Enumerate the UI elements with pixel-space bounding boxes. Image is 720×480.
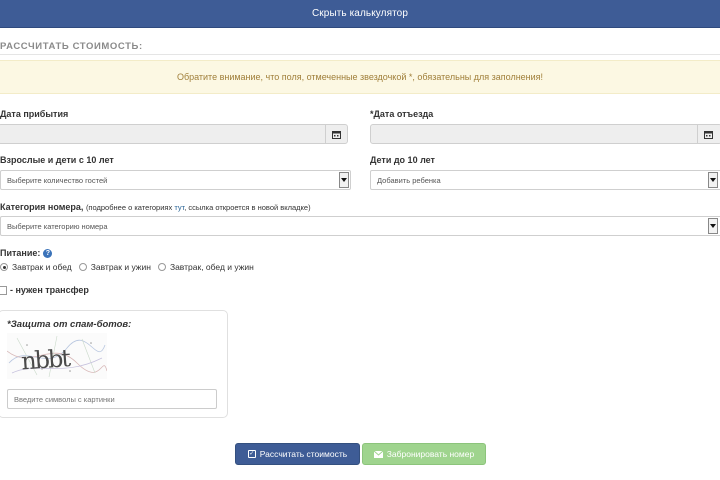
book-button[interactable]: Забронировать номер <box>362 443 486 465</box>
arrival-calendar-button[interactable] <box>325 125 347 143</box>
meal-option-1[interactable]: Завтрак и обед <box>0 262 72 272</box>
captcha-title: *Защита от спам-ботов: <box>7 319 132 330</box>
departure-calendar-button[interactable] <box>697 125 719 143</box>
adults-select-value: Выберите количество гостей <box>7 176 108 185</box>
meals-radio-group: Завтрак и обед Завтрак и ужин Завтрак, о… <box>0 262 261 272</box>
envelope-icon <box>373 450 383 458</box>
chevron-down-icon <box>708 172 718 188</box>
arrival-label: Дата прибытия <box>0 109 69 119</box>
calculate-button[interactable]: ✓ Рассчитать стоимость <box>235 443 360 465</box>
adults-label: Взрослые и дети с 10 лет <box>0 155 114 165</box>
calendar-icon <box>704 130 713 139</box>
children-select[interactable]: Добавить ребенка <box>370 170 720 190</box>
notice-text: Обратите внимание, что поля, отмеченные … <box>176 72 544 82</box>
meal-option-2-label: Завтрак и ужин <box>90 262 151 272</box>
radio-icon[interactable] <box>78 263 87 271</box>
departure-date-input[interactable] <box>370 124 720 144</box>
captcha-noise-graphic: nbbt <box>6 335 108 378</box>
room-category-label-text: Категория номера, <box>0 202 84 212</box>
room-category-label: Категория номера, (подробнее о категория… <box>0 202 311 212</box>
room-categories-link[interactable]: тут <box>174 203 184 212</box>
departure-label: *Дата отъезда <box>370 109 434 119</box>
room-category-hint: (подробнее о категориях тут, ссылка откр… <box>86 203 311 212</box>
transfer-label: - нужен трансфер <box>10 285 89 295</box>
required-fields-notice: Обратите внимание, что поля, отмеченные … <box>0 60 720 94</box>
meal-option-2[interactable]: Завтрак и ужин <box>78 262 151 272</box>
meals-label-text: Питание: <box>0 248 41 258</box>
meal-option-1-label: Завтрак и обед <box>12 262 72 272</box>
captcha-image: nbbt <box>6 333 108 379</box>
chevron-down-icon <box>339 172 349 188</box>
captcha-text: nbbt <box>20 344 72 375</box>
chevron-down-icon <box>708 218 718 234</box>
meal-option-3[interactable]: Завтрак, обед и ужин <box>157 262 254 272</box>
section-title: РАССЧИТАТЬ СТОИМОСТЬ: <box>0 41 143 52</box>
room-hint-after: , ссылка откроется в новой вкладке) <box>184 203 311 212</box>
meals-label: Питание:? <box>0 248 53 259</box>
calendar-icon <box>332 130 341 139</box>
transfer-checkbox[interactable] <box>0 285 7 295</box>
captcha-input[interactable] <box>7 389 217 409</box>
room-category-select-value: Выберите категорию номера <box>7 222 108 231</box>
radio-selected-icon[interactable] <box>0 263 8 271</box>
checkbox-icon: ✓ <box>247 450 256 458</box>
room-hint-before: (подробнее о категориях <box>85 203 175 212</box>
meal-option-3-label: Завтрак, обед и ужин <box>169 262 254 272</box>
help-icon[interactable]: ? <box>43 249 53 259</box>
arrival-date-input[interactable] <box>0 124 348 144</box>
radio-icon[interactable] <box>157 263 166 271</box>
children-label: Дети до 10 лет <box>370 155 435 165</box>
hide-calculator-label[interactable]: Скрыть калькулятор <box>312 8 408 19</box>
room-category-select[interactable]: Выберите категорию номера <box>0 216 720 236</box>
divider <box>0 54 720 55</box>
children-select-value: Добавить ребенка <box>377 176 441 185</box>
book-button-label: Забронировать номер <box>386 449 475 459</box>
adults-select[interactable]: Выберите количество гостей <box>0 170 351 190</box>
captcha-panel: *Защита от спам-ботов: nbbt <box>0 310 228 418</box>
hide-calculator-bar[interactable]: Скрыть калькулятор <box>0 0 720 28</box>
transfer-checkbox-row[interactable]: - нужен трансфер <box>0 285 89 295</box>
calculate-button-label: Рассчитать стоимость <box>259 449 348 459</box>
